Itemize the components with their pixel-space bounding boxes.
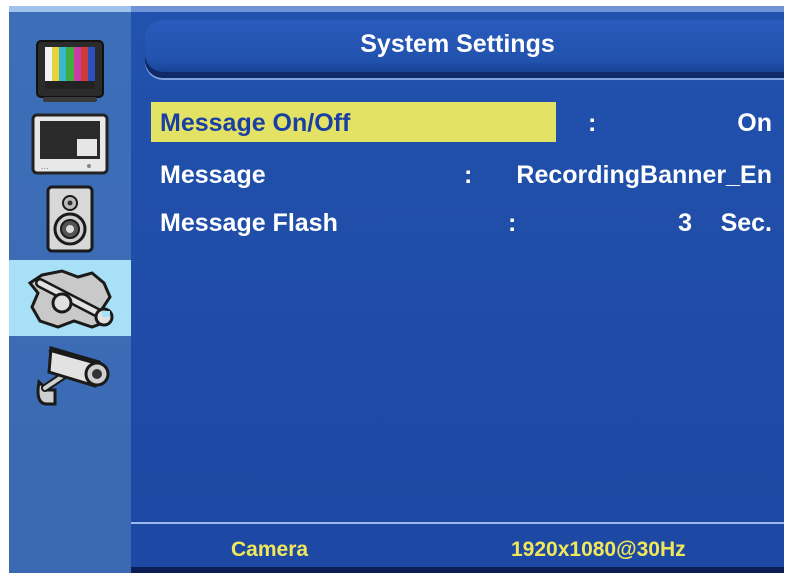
setting-value: On bbox=[737, 109, 772, 137]
sidebar: ... bbox=[9, 6, 131, 573]
monitor-icon: ... bbox=[31, 113, 109, 175]
tv-color-bars-icon bbox=[36, 40, 104, 102]
setting-label: Message On/Off bbox=[160, 109, 351, 137]
main-panel: System Settings Message On/Off : On Mess… bbox=[131, 6, 784, 573]
setting-row-message[interactable]: Message : RecordingBanner_En bbox=[151, 154, 772, 194]
bottom-edge bbox=[131, 567, 784, 573]
page-title: System Settings bbox=[360, 30, 555, 58]
sidebar-item-picture[interactable] bbox=[9, 34, 131, 108]
sidebar-item-camera[interactable] bbox=[9, 336, 131, 410]
sidebar-top-edge bbox=[9, 6, 131, 12]
setting-value: RecordingBanner_En bbox=[516, 161, 772, 189]
camera-icon bbox=[36, 346, 110, 406]
status-footer: Camera 1920x1080@30Hz bbox=[131, 524, 784, 573]
tools-icon bbox=[27, 269, 114, 329]
sidebar-item-system[interactable] bbox=[9, 260, 131, 336]
setting-row-message-onoff[interactable]: Message On/Off : On bbox=[151, 102, 772, 142]
svg-text:...: ... bbox=[41, 162, 49, 171]
main-top-edge bbox=[131, 6, 784, 12]
osd-menu: ... System Settings Message On/Off: On … bbox=[9, 6, 784, 573]
setting-colon: : bbox=[588, 109, 597, 137]
input-source: Camera bbox=[231, 538, 309, 561]
sidebar-item-display[interactable]: ... bbox=[9, 108, 131, 182]
setting-label: Message Flash bbox=[160, 209, 338, 237]
setting-colon: : bbox=[464, 161, 473, 189]
sidebar-item-audio[interactable] bbox=[9, 182, 131, 256]
input-resolution: 1920x1080@30Hz bbox=[511, 538, 686, 561]
setting-value: 3 bbox=[678, 209, 692, 237]
setting-label: Message bbox=[160, 161, 266, 189]
setting-colon: : bbox=[508, 209, 517, 237]
setting-row-message-flash[interactable]: Message Flash : 3 Sec. bbox=[151, 202, 772, 242]
setting-unit: Sec. bbox=[720, 209, 772, 237]
speaker-icon bbox=[46, 185, 94, 253]
